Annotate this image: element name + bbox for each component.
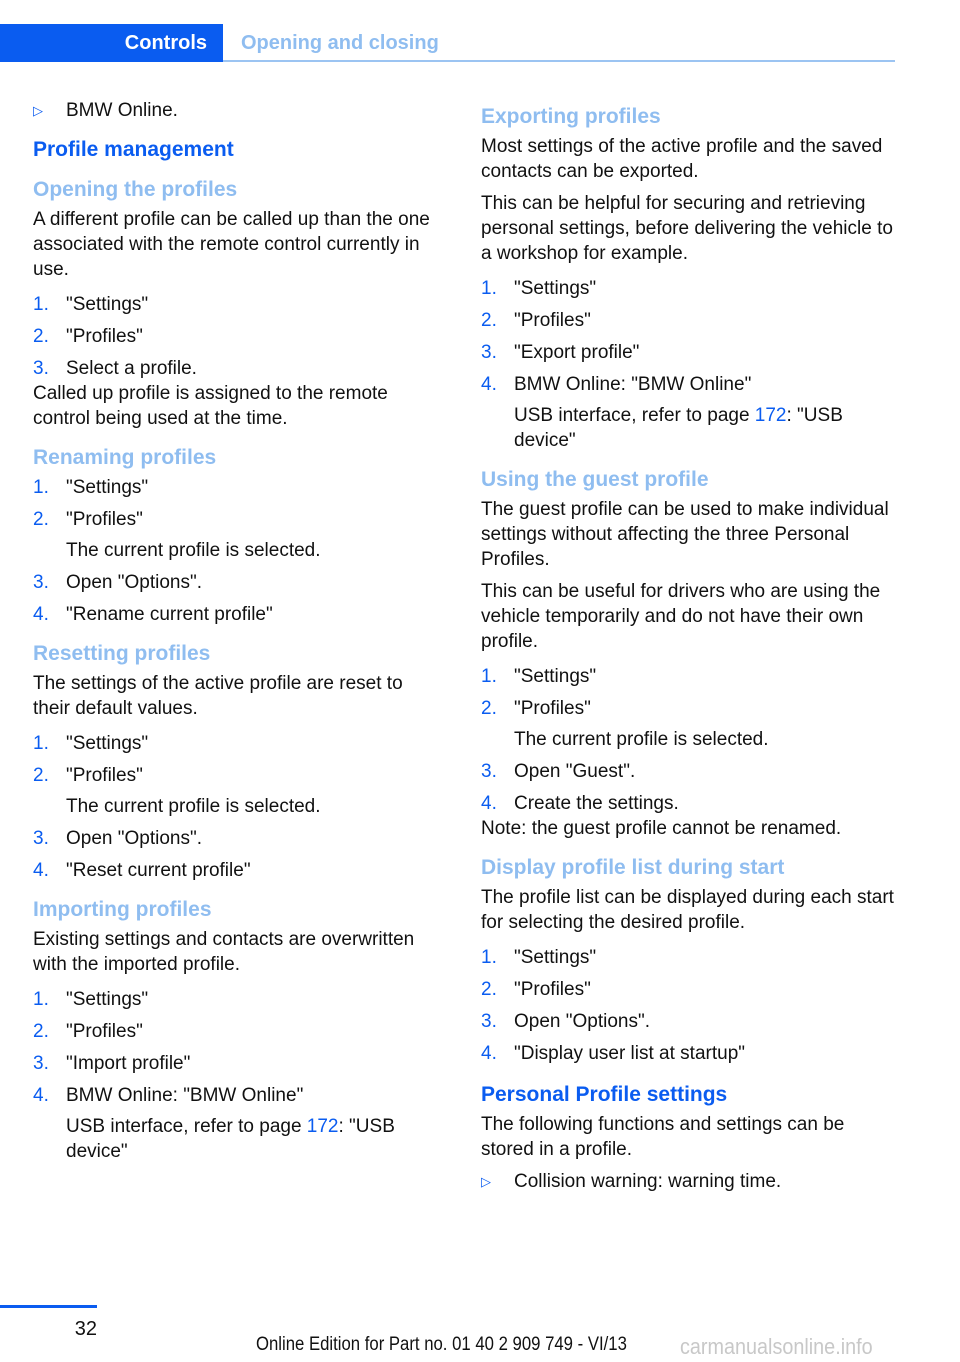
header-divider <box>223 60 895 62</box>
heading-personal-profile-settings: Personal Profile settings <box>481 1083 728 1106</box>
list-item: 2. "Profiles" <box>481 979 591 1000</box>
list-item: 4. Create the settings. <box>481 793 679 814</box>
watermark: carmanualsonline.info <box>680 1334 873 1359</box>
list-item: 4. "Rename current profile" <box>33 604 273 625</box>
paragraph: Most settings of the active profile and … <box>481 136 883 182</box>
chapter-tab[interactable]: Controls <box>0 24 223 62</box>
list-item: 1. "Settings" <box>33 989 149 1010</box>
paragraph: The following functions and settings can… <box>481 1114 845 1160</box>
list-item: 4. "Reset current profile" <box>33 860 251 881</box>
list-item: 1. "Settings" <box>33 733 149 754</box>
list-item-note: The current profile is selected. <box>66 540 321 561</box>
section-title[interactable]: Opening and closing <box>241 24 439 62</box>
list-item: 1. "Settings" <box>481 278 597 299</box>
heading-exporting-profiles: Exporting profiles <box>481 105 661 128</box>
paragraph: Existing settings and contacts are overw… <box>33 929 415 975</box>
list-item: 2. "Profiles" <box>33 765 143 786</box>
footer-divider <box>0 1305 97 1308</box>
steps-list: 1. "Settings" 2. "Profiles" 3. "Import prof… <box>33 987 443 1164</box>
heading-resetting-profiles: Resetting profiles <box>33 642 211 665</box>
list-item: 3. Open "Options". <box>481 1011 651 1032</box>
list-item: 2. "Profiles" <box>33 326 143 347</box>
page-header: Controls Opening and closing <box>0 24 895 62</box>
note: Note: the guest profile cannot be rename… <box>481 818 842 839</box>
heading-importing-profiles: Importing profiles <box>33 898 212 921</box>
list-item: 1. "Settings" <box>33 294 149 315</box>
heading-opening-profiles: Opening the profiles <box>33 178 238 201</box>
paragraph: The profile list can be displayed during… <box>481 887 894 933</box>
right-column: Exporting profiles Most settings of the … <box>481 98 901 1201</box>
steps-list: 1. "Settings" 2. "Profiles" The current pr… <box>481 664 901 816</box>
page-number: 32 <box>74 1318 97 1340</box>
paragraph: Called up profile is assigned to the rem… <box>33 383 388 429</box>
list-item-note: USB interface, refer to page 172: "USB d… <box>514 405 843 451</box>
list-item: 2. "Profiles" <box>33 1021 143 1042</box>
list-item: 1. "Settings" <box>33 477 149 498</box>
steps-list: 1. "Settings" 2. "Profiles" 3. "Export prof… <box>481 276 901 453</box>
heading-guest-profile: Using the guest profile <box>481 468 709 491</box>
triangle-bullet-icon: ▷ <box>481 1174 491 1189</box>
list-item: 2. "Profiles" <box>481 310 591 331</box>
steps-list: 1. "Settings" 2. "Profiles" 3. Open "Option… <box>481 945 901 1066</box>
triangle-bullet-icon: ▷ <box>33 103 43 118</box>
list-item: 1. "Settings" <box>481 666 597 687</box>
paragraph: This can be useful for drivers who are u… <box>481 581 881 652</box>
list-item: 3. Open "Options". <box>33 828 203 849</box>
page-reference-link[interactable]: 172 <box>755 405 787 426</box>
list-item: 2. "Profiles" <box>481 698 591 719</box>
list-item: 3. Open "Options". <box>33 572 203 593</box>
list-item: 4. BMW Online: "BMW Online" <box>33 1085 304 1106</box>
list-item: 3. "Import profile" <box>33 1053 191 1074</box>
steps-list: 1. "Settings" 2. "Profiles" The current pr… <box>33 475 443 627</box>
paragraph: This can be helpful for securing and ret… <box>481 193 893 264</box>
steps-list: 1. "Settings" 2. "Profiles" The current pr… <box>33 731 443 883</box>
page-reference-link[interactable]: 172 <box>307 1116 339 1137</box>
list-item: 3. Open "Guest". <box>481 761 636 782</box>
paragraph: A different profile can be called up tha… <box>33 209 430 280</box>
list-item: 3. Select a profile. <box>33 358 197 379</box>
list-item: 3. "Export profile" <box>481 342 640 363</box>
heading-display-profile-list: Display profile list during start <box>481 856 785 879</box>
bullet-item: ▷ Collision warning: warning time. <box>481 1171 782 1192</box>
list-item: 4. BMW Online: "BMW Online" <box>481 374 752 395</box>
list-item: 2. "Profiles" <box>33 509 143 530</box>
list-item-note: The current profile is selected. <box>514 729 769 750</box>
heading-renaming-profiles: Renaming profiles <box>33 446 217 469</box>
list-item: 1. "Settings" <box>481 947 597 968</box>
paragraph: The settings of the active profile are r… <box>33 673 403 719</box>
edition-info: Online Edition for Part no. 01 40 2 909 … <box>256 1334 627 1355</box>
paragraph: The guest profile can be used to make in… <box>481 499 889 570</box>
list-item-note: USB interface, refer to page 172: "USB d… <box>66 1116 395 1162</box>
heading-profile-management: Profile management <box>33 138 234 161</box>
list-item-note: The current profile is selected. <box>66 796 321 817</box>
left-column: ▷ BMW Online. Profile management Opening… <box>33 98 443 1171</box>
steps-list: 1. "Settings" 2. "Profiles" 3. Select a pro… <box>33 292 443 381</box>
bullet-item: ▷ BMW Online. <box>33 100 178 121</box>
list-item: 4. "Display user list at startup" <box>481 1043 746 1064</box>
